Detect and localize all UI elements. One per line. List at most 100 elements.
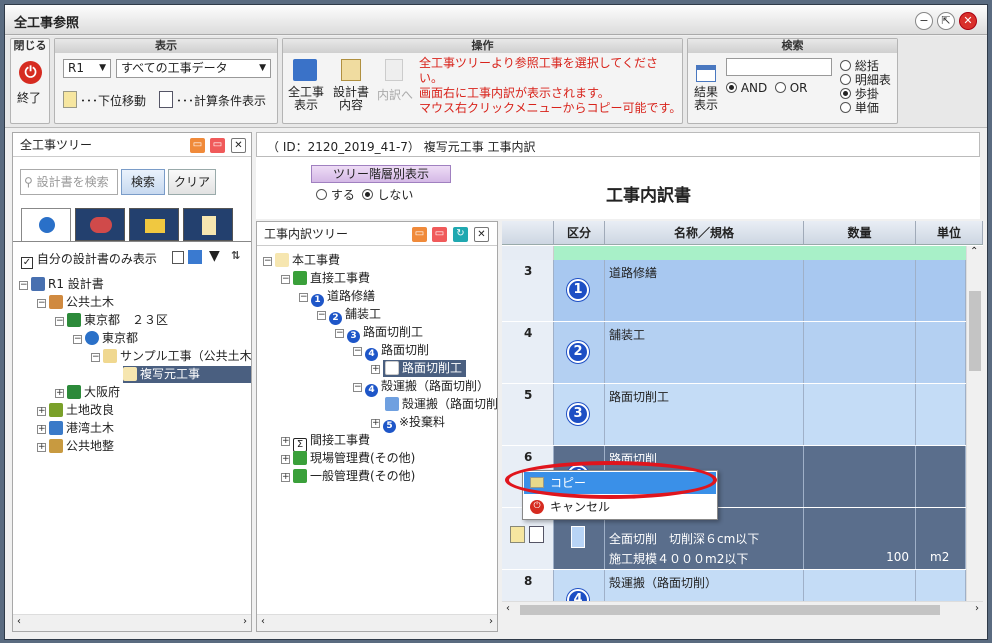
collapse-icon[interactable]: − xyxy=(91,353,100,362)
horizontal-scrollbar[interactable]: ‹ › xyxy=(13,614,251,631)
move-down-icon[interactable] xyxy=(63,91,77,108)
scroll-right-icon[interactable]: › xyxy=(975,603,979,614)
tree-node[interactable]: + 大阪府 xyxy=(55,384,120,401)
result-display-button[interactable]: 結果 表示 xyxy=(694,86,718,112)
option-summary[interactable]: 総括 xyxy=(840,59,891,73)
option-radio[interactable] xyxy=(840,74,851,85)
close-icon[interactable]: ✕ xyxy=(231,138,246,153)
folder-open-icon[interactable]: ▭ xyxy=(210,138,225,153)
popout-button[interactable]: ⇱ xyxy=(937,12,955,30)
detail-button[interactable]: 内訳へ xyxy=(377,86,413,103)
option-unitprice[interactable]: 単価 xyxy=(840,101,891,115)
tree-node[interactable]: + 現場管理費(その他) xyxy=(281,450,415,467)
tree-node[interactable]: + 土地改良 xyxy=(37,402,114,419)
tree-node[interactable]: −4 路面切削 xyxy=(353,342,429,361)
collapse-icon[interactable]: − xyxy=(335,329,344,338)
collapse-icon[interactable]: − xyxy=(263,257,272,266)
collapse-icon[interactable]: − xyxy=(55,317,64,326)
tree-node[interactable]: − 東京都 xyxy=(73,330,138,347)
tree-node[interactable]: − サンプル工事（公共土木 xyxy=(91,348,252,365)
move-down-label[interactable]: ･･･下位移動 xyxy=(80,92,146,109)
refresh-icon[interactable]: ↻ xyxy=(453,227,468,242)
expand-icon[interactable]: + xyxy=(55,389,64,398)
exit-label[interactable]: 終了 xyxy=(17,89,41,106)
calc-condition-icon[interactable] xyxy=(159,91,173,108)
tree-node[interactable]: + 一般管理費(その他) xyxy=(281,468,415,485)
folder-open-icon[interactable]: ▭ xyxy=(432,227,447,242)
tree-node[interactable]: − 東京都 ２３区 xyxy=(55,312,168,329)
all-works-button[interactable]: 全工事 表示 xyxy=(288,86,324,112)
tree-node[interactable]: + 港湾土木 xyxy=(37,420,114,437)
option-rate[interactable]: 歩掛 xyxy=(840,87,891,101)
sheet-icon[interactable] xyxy=(529,526,544,543)
or-radio[interactable] xyxy=(774,82,786,93)
collapse-icon[interactable]: − xyxy=(37,299,46,308)
close-button[interactable]: ✕ xyxy=(959,12,977,30)
radio-yes[interactable] xyxy=(316,189,327,200)
design-doc-icon[interactable] xyxy=(341,59,361,81)
option-radio[interactable] xyxy=(840,60,851,71)
collapse-icon[interactable]: − xyxy=(281,275,290,284)
tree-node[interactable]: 殻運搬（路面切削 xyxy=(385,396,498,413)
expand-icon[interactable]: + xyxy=(37,425,46,434)
tree-node[interactable]: − R1 設計書 xyxy=(19,276,104,293)
scroll-thumb[interactable] xyxy=(520,605,940,615)
collapse-icon[interactable]: − xyxy=(73,335,82,344)
and-radio[interactable] xyxy=(726,82,737,93)
sort-icon[interactable]: ⇅ xyxy=(231,249,240,262)
data-select[interactable]: すべての工事データ ▼ xyxy=(116,59,271,78)
doc-filter-icon[interactable] xyxy=(172,251,184,264)
tab-doc[interactable] xyxy=(183,208,233,241)
tree-node-selected[interactable]: 複写元工事 xyxy=(123,366,251,383)
tree-node[interactable]: + Σ 間接工事費 xyxy=(281,432,370,452)
tree-search-input[interactable]: ⚲ 設計書を検索 xyxy=(20,169,118,195)
tab-folder[interactable] xyxy=(129,208,179,241)
year-select[interactable]: R1 ▼ xyxy=(63,59,111,78)
scroll-left-icon[interactable]: ‹ xyxy=(506,603,510,614)
expand-icon[interactable]: + xyxy=(371,419,380,428)
own-only-checkbox-row[interactable]: ✓ 自分の設計書のみ表示 xyxy=(21,250,157,269)
close-icon[interactable]: ✕ xyxy=(474,227,489,242)
expand-icon[interactable]: + xyxy=(281,473,290,482)
grid-header-category[interactable]: 区分 xyxy=(554,221,605,245)
expand-icon[interactable]: + xyxy=(37,443,46,452)
collapse-icon[interactable]: − xyxy=(299,293,308,302)
tree-node[interactable]: − 本工事費 xyxy=(263,252,340,269)
tree-node[interactable]: −1 道路修繕 xyxy=(299,288,375,307)
result-window-icon[interactable] xyxy=(696,65,716,82)
table-row[interactable]: 3 1 道路修繕 xyxy=(502,260,966,321)
collapse-icon[interactable]: − xyxy=(19,281,28,290)
search-input[interactable] xyxy=(726,58,832,76)
own-only-checkbox[interactable]: ✓ xyxy=(21,257,33,269)
tab-person[interactable] xyxy=(21,208,71,241)
tree-node[interactable]: − 直接工事費 xyxy=(281,270,370,287)
tree-level-toggle-button[interactable]: ツリー階層別表示 xyxy=(311,165,451,183)
scroll-right-icon[interactable]: › xyxy=(489,616,493,627)
scroll-up-icon[interactable]: ⌃ xyxy=(970,246,978,257)
design-doc-button[interactable]: 設計書 内容 xyxy=(332,86,370,112)
grid-header-name[interactable]: 名称／規格 xyxy=(605,221,804,245)
context-menu-cancel[interactable]: ⏻ キャンセル xyxy=(524,496,716,518)
expand-icon[interactable]: + xyxy=(281,455,290,464)
radio-no[interactable] xyxy=(362,189,374,200)
expand-icon[interactable]: + xyxy=(371,365,380,374)
scroll-thumb[interactable] xyxy=(969,291,981,371)
collapse-icon[interactable]: − xyxy=(353,347,362,356)
option-detail[interactable]: 明細表 xyxy=(840,73,891,87)
expand-icon[interactable]: + xyxy=(281,437,290,446)
search-button[interactable]: 検索 xyxy=(121,169,165,195)
vertical-scrollbar[interactable]: ⌃ ⌄ xyxy=(966,246,983,618)
tree-node[interactable]: −2 舗装工 xyxy=(317,306,381,325)
detail-icon[interactable] xyxy=(510,526,525,543)
clear-button[interactable]: クリア xyxy=(168,169,216,195)
tree-node[interactable]: + 路面切削工 xyxy=(371,360,467,377)
option-radio[interactable] xyxy=(840,102,851,113)
list-icon[interactable] xyxy=(188,250,202,264)
option-radio[interactable] xyxy=(840,88,851,99)
all-works-icon[interactable] xyxy=(293,59,317,81)
tree-node[interactable]: − 公共土木 xyxy=(37,294,114,311)
horizontal-scrollbar[interactable]: ‹ › xyxy=(502,601,983,618)
table-row[interactable]: 5 3 路面切削工 xyxy=(502,384,966,445)
tree-node[interactable]: +5 ※投棄料 xyxy=(371,414,445,433)
folder-icon[interactable]: ▭ xyxy=(190,138,205,153)
